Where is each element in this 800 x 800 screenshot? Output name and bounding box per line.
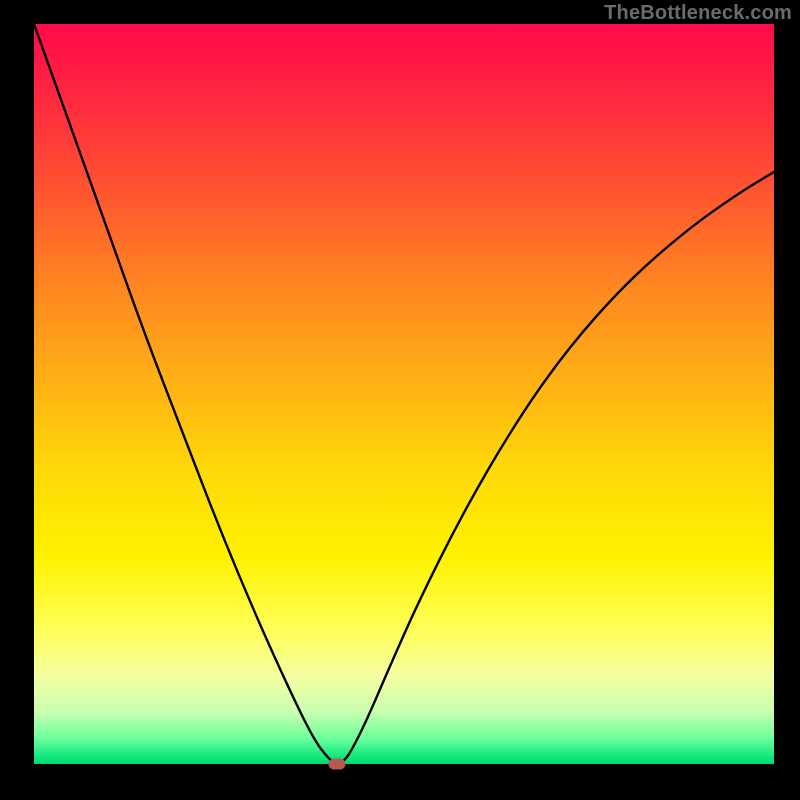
figure-root: { "attribution": "TheBottleneck.com", "c… [0, 0, 800, 800]
minimum-marker [329, 759, 346, 770]
plot-area [34, 24, 774, 764]
bottleneck-curve-path [34, 24, 774, 763]
attribution-text: TheBottleneck.com [604, 2, 792, 25]
curve-svg [34, 24, 774, 764]
